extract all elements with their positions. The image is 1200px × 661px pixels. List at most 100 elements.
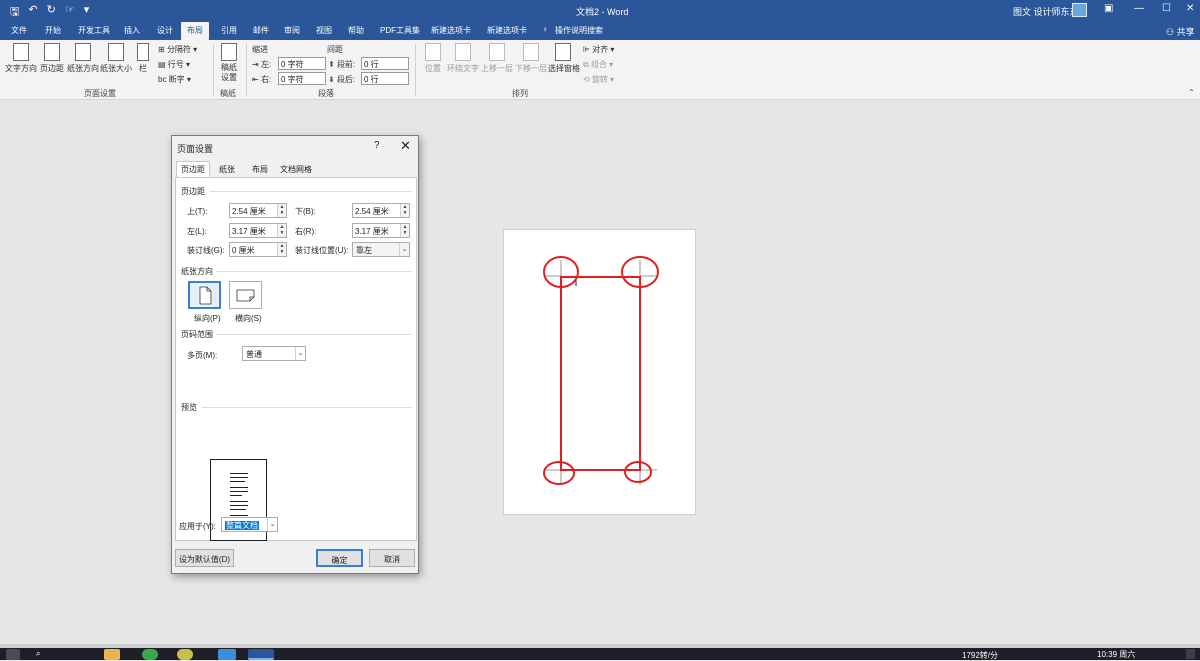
corner-circle: [543, 461, 575, 485]
selection-pane-icon: [555, 43, 571, 61]
line-numbers-button[interactable]: ▤ 行号 ▾: [158, 59, 190, 70]
tab-paper[interactable]: 纸张: [215, 162, 239, 177]
right-margin-input[interactable]: 3.17 厘米 ▲ ▼: [352, 223, 410, 238]
tab-insert[interactable]: 插入: [124, 25, 140, 36]
indent-right-input[interactable]: 0 字符: [278, 72, 326, 85]
send-backward-button[interactable]: 下移一层: [514, 43, 548, 74]
close-icon[interactable]: ✕: [1186, 3, 1194, 14]
minimize-icon[interactable]: —: [1134, 3, 1144, 14]
left-margin-label: 左(L):: [187, 227, 207, 236]
group-separator: [246, 44, 247, 96]
app-icon-green[interactable]: [142, 649, 158, 660]
breaks-button[interactable]: ⊞ 分隔符 ▾: [158, 44, 197, 55]
tab-pdf-tools[interactable]: PDF工具集: [380, 25, 420, 36]
spinner-icon[interactable]: ▲ ▼: [277, 204, 286, 217]
multiple-pages-dropdown[interactable]: 普通 ⌄: [242, 346, 306, 361]
right-margin-label: 右(R):: [295, 227, 317, 236]
manuscript-settings-button[interactable]: 稿纸设置: [216, 43, 242, 83]
hyphenation-button[interactable]: bc 断字 ▾: [158, 74, 191, 85]
document-page[interactable]: [503, 229, 696, 515]
align-button[interactable]: ⊫ 对齐 ▾: [583, 44, 614, 55]
clock[interactable]: 10:39 周六: [1097, 649, 1135, 660]
maximize-icon[interactable]: ☐: [1162, 3, 1171, 14]
spinner-icon[interactable]: ▲ ▼: [277, 224, 286, 237]
tab-layout[interactable]: 布局: [248, 162, 272, 177]
ok-button[interactable]: 确定: [316, 549, 363, 567]
bring-forward-button[interactable]: 上移一层: [480, 43, 514, 74]
spinner-icon[interactable]: ▲ ▼: [400, 204, 409, 217]
tab-design[interactable]: 设计: [157, 25, 173, 36]
search-icon[interactable]: ⌕: [36, 649, 50, 660]
gutter-position-label: 装订线位置(U):: [295, 246, 349, 255]
rotate-button[interactable]: ⟲ 旋转 ▾: [583, 74, 614, 85]
cancel-button[interactable]: 取消: [369, 549, 415, 567]
share-button[interactable]: ⚇ 共享: [1166, 25, 1195, 38]
landscape-option[interactable]: [229, 281, 262, 309]
page-setup-dialog: 页面设置 ? ✕ 页边距 纸张 布局 文档网格 页边距 上(T): 2.54 厘…: [171, 135, 419, 574]
collapse-ribbon-icon[interactable]: ⌃: [1188, 88, 1195, 97]
user-name[interactable]: 图文 设计师东东: [1013, 5, 1079, 18]
tell-me-search[interactable]: 操作说明搜索: [555, 25, 603, 36]
apply-to-dropdown[interactable]: 整篇文档 ⌄: [221, 517, 278, 532]
indent-left-input[interactable]: 0 字符: [278, 57, 326, 70]
ribbon-display-icon[interactable]: ▣: [1104, 3, 1113, 14]
multiple-pages-label: 多页(M):: [187, 351, 218, 360]
tab-layout[interactable]: 布局: [181, 22, 209, 40]
text-direction-button[interactable]: 文字方向: [5, 43, 37, 74]
wrap-text-button[interactable]: 环绕文字: [446, 43, 480, 74]
word-taskbar-icon[interactable]: [248, 649, 274, 660]
tab-view[interactable]: 视图: [316, 25, 332, 36]
bottom-margin-input[interactable]: 2.54 厘米 ▲ ▼: [352, 203, 410, 218]
tab-new-2[interactable]: 新建选项卡: [487, 25, 527, 36]
space-after-input[interactable]: 0 行: [361, 72, 409, 85]
tab-developer[interactable]: 开发工具: [78, 25, 110, 36]
avatar[interactable]: [1072, 3, 1087, 17]
columns-button[interactable]: 栏: [135, 43, 151, 74]
windows-start-icon[interactable]: [6, 649, 20, 660]
tab-references[interactable]: 引用: [221, 25, 237, 36]
file-explorer-icon[interactable]: [104, 649, 120, 660]
set-default-button[interactable]: 设为默认值(D): [175, 549, 234, 567]
top-margin-input[interactable]: 2.54 厘米 ▲ ▼: [229, 203, 287, 218]
position-button[interactable]: 位置: [420, 43, 446, 74]
orientation-button[interactable]: 纸张方向: [67, 43, 99, 74]
bring-forward-icon: [489, 43, 505, 61]
network-speed: 1792转/分: [962, 651, 999, 660]
tab-new-1[interactable]: 新建选项卡: [431, 25, 471, 36]
bottom-margin-label: 下(B):: [295, 207, 316, 216]
tab-help[interactable]: 帮助: [348, 25, 364, 36]
app-icon-blue[interactable]: [218, 649, 236, 660]
preview-line: [230, 501, 248, 502]
selection-pane-button[interactable]: 选择窗格: [548, 43, 580, 74]
preview-line: [230, 473, 248, 474]
tab-review[interactable]: 审阅: [284, 25, 300, 36]
size-button[interactable]: 纸张大小: [100, 43, 132, 74]
tab-margins[interactable]: 页边距: [176, 161, 210, 177]
gutter-input[interactable]: 0 厘米 ▲ ▼: [229, 242, 287, 257]
person-icon: ⚇: [1166, 27, 1177, 37]
gutter-label: 装订线(G):: [187, 246, 225, 255]
preview-line: [230, 487, 248, 488]
group-objects-button[interactable]: ⧉ 组合 ▾: [583, 59, 613, 70]
app-icon-yellow[interactable]: [177, 649, 193, 660]
spinner-icon[interactable]: ▲ ▼: [400, 224, 409, 237]
tab-document-grid[interactable]: 文档网格: [276, 162, 316, 177]
tab-file[interactable]: 文件: [11, 25, 27, 36]
margin-rectangle: [560, 276, 641, 471]
notification-icon[interactable]: [1186, 649, 1195, 659]
left-margin-input[interactable]: 3.17 厘米 ▲ ▼: [229, 223, 287, 238]
taskbar: ⌕ 1792转/分 10:39 周六: [0, 648, 1200, 660]
help-icon[interactable]: ?: [374, 140, 380, 151]
space-after-icon: ⇟: [328, 75, 337, 84]
margins-button[interactable]: 页边距: [38, 43, 66, 74]
close-icon[interactable]: ✕: [400, 138, 411, 154]
space-before-input[interactable]: 0 行: [361, 57, 409, 70]
tab-home[interactable]: 开始: [45, 25, 61, 36]
portrait-option[interactable]: [188, 281, 221, 309]
group-separator: [415, 44, 416, 96]
gutter-position-dropdown[interactable]: 靠左 ⌄: [352, 242, 410, 257]
tab-mailings[interactable]: 邮件: [253, 25, 269, 36]
spinner-icon[interactable]: ▲ ▼: [277, 243, 286, 256]
section-orientation: 纸张方向: [181, 267, 213, 276]
chevron-down-icon: ⌄: [399, 243, 409, 256]
